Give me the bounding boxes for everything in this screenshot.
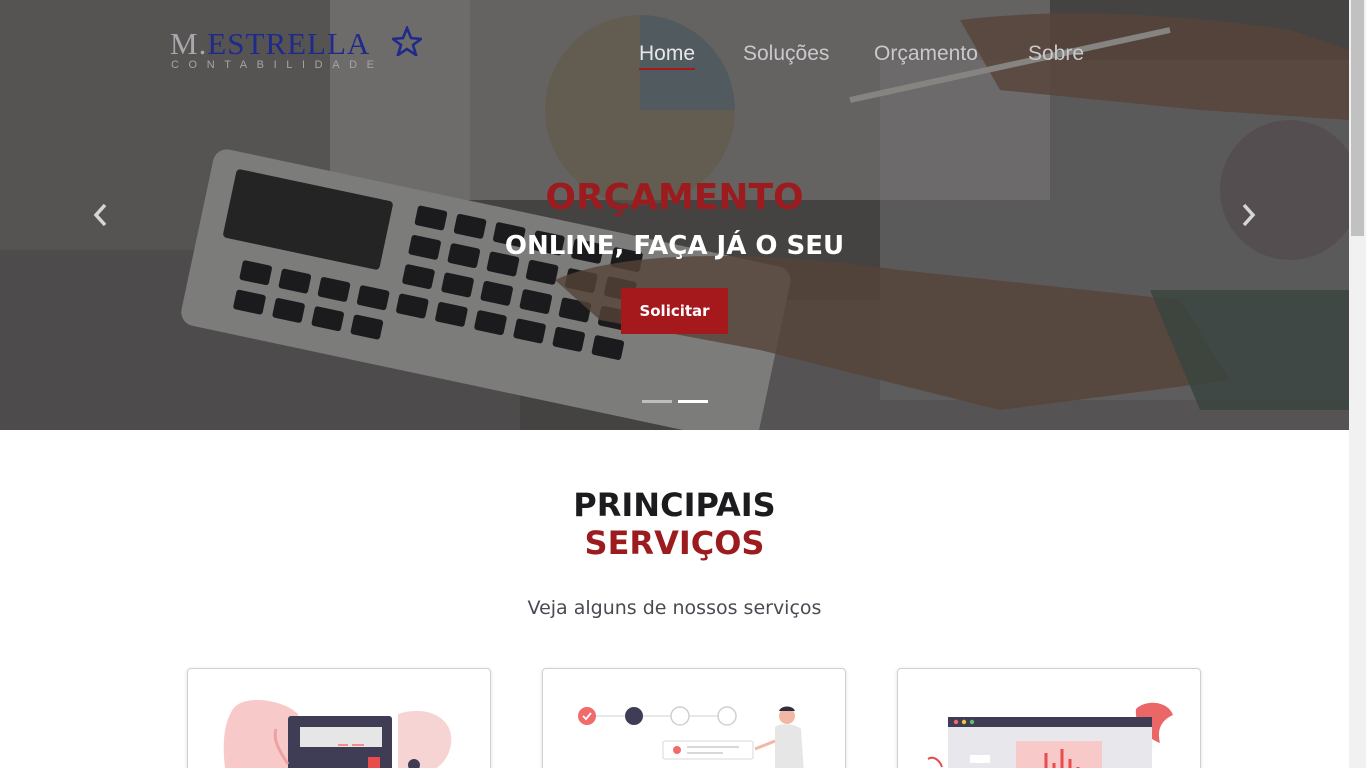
services-heading-line1: PRINCIPAIS — [573, 486, 776, 524]
main-nav: Home Soluções Orçamento Sobre — [0, 40, 1349, 72]
page-scrollbar[interactable] — [1349, 0, 1366, 768]
scrollbar-thumb[interactable] — [1351, 0, 1364, 236]
accounting-illustration — [223, 699, 452, 768]
hero-carousel: M.ESTRELLA CONTABILIDADE Home Soluções O… — [0, 0, 1349, 430]
carousel-indicator-2[interactable] — [678, 400, 708, 403]
nav-active-underline — [639, 68, 696, 70]
service-card-1[interactable] — [187, 668, 491, 768]
service-card-2[interactable] — [542, 668, 846, 768]
process-steps-illustration — [578, 706, 804, 768]
nav-item-label: Soluções — [743, 42, 830, 65]
nav-item-sobre[interactable]: Sobre — [1028, 40, 1084, 68]
hero-subtitle: ONLINE, FAÇA JÁ O SEU — [504, 231, 845, 261]
hero-title: ORÇAMENTO — [545, 177, 804, 218]
services-heading-line2: SERVIÇOS — [584, 524, 765, 562]
nav-item-label: Home — [639, 42, 696, 65]
services-heading: PRINCIPAIS SERVIÇOS — [0, 486, 1349, 562]
nav-item-solucoes[interactable]: Soluções — [743, 40, 829, 68]
solicitar-button[interactable]: Solicitar — [621, 288, 728, 334]
nav-item-label: Sobre — [1028, 42, 1085, 65]
nav-item-label: Orçamento — [874, 42, 978, 65]
nav-item-orcamento[interactable]: Orçamento — [874, 40, 978, 68]
carousel-indicator-1[interactable] — [642, 400, 672, 403]
analytics-illustration — [927, 702, 1173, 768]
nav-item-home[interactable]: Home — [639, 40, 696, 70]
service-card-3[interactable] — [897, 668, 1201, 768]
services-subtitle: Veja alguns de nossos serviços — [527, 597, 822, 619]
